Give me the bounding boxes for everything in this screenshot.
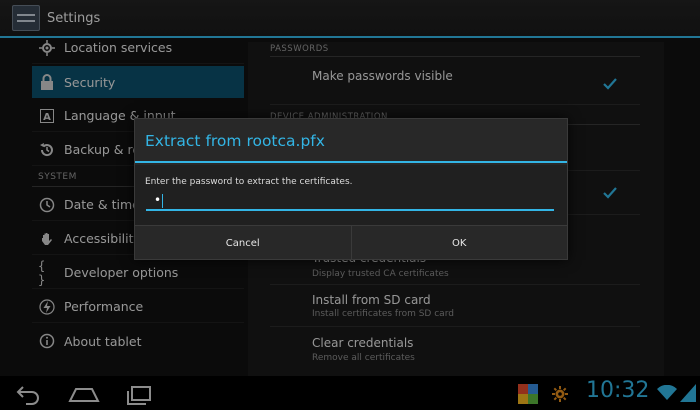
dialog-body: Enter the password to extract the certif… [135, 165, 567, 225]
dialog-message: Enter the password to extract the certif… [145, 177, 353, 187]
password-value: • [154, 193, 162, 207]
extract-certificate-dialog: Extract from rootca.pfx Enter the passwo… [134, 118, 568, 260]
password-input[interactable]: • [146, 191, 554, 211]
ok-button[interactable]: OK [352, 226, 568, 260]
text-cursor [162, 193, 164, 208]
cancel-button[interactable]: Cancel [135, 226, 352, 260]
dialog-title: Extract from rootca.pfx [135, 119, 567, 163]
dialog-button-bar: Cancel OK [135, 225, 567, 260]
